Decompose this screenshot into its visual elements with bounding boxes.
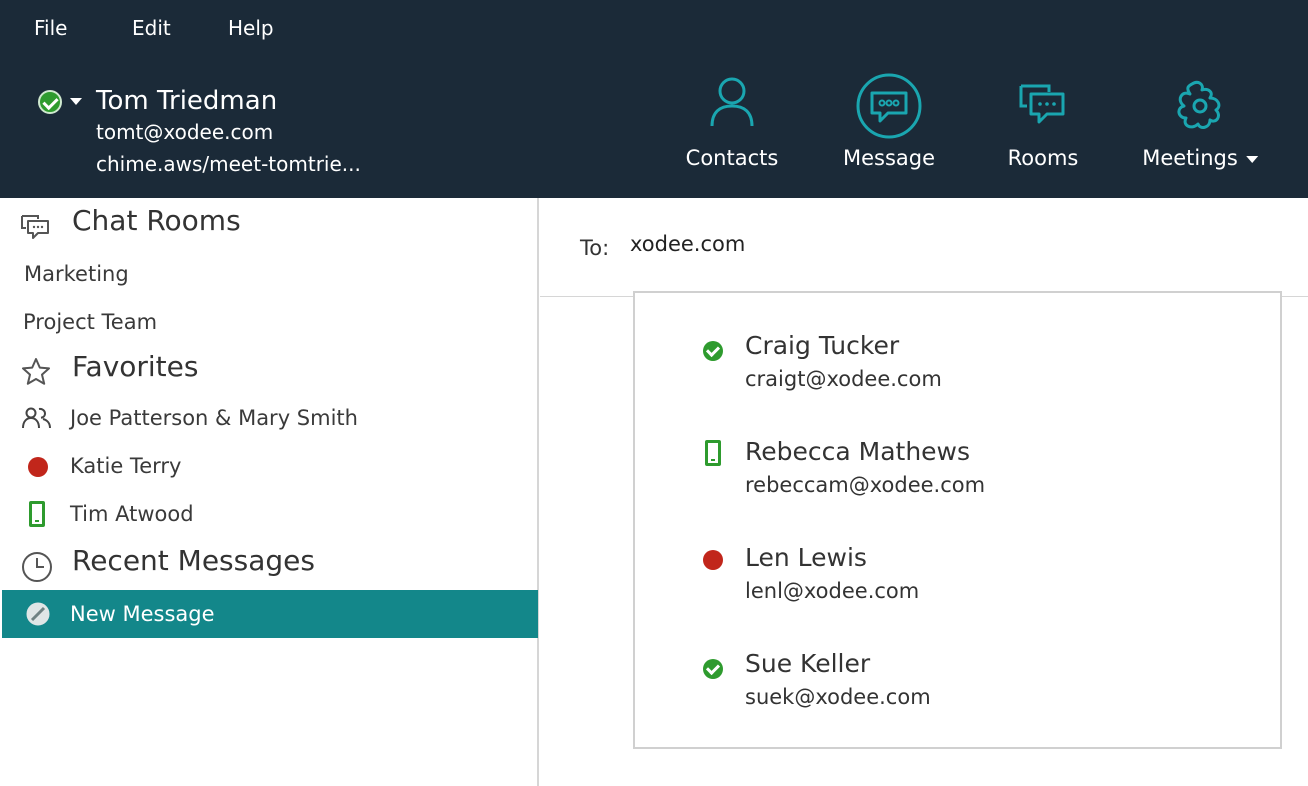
status-available-icon	[703, 659, 723, 679]
suggestion-item[interactable]: Rebecca Mathews rebeccam@xodee.com	[635, 415, 1280, 515]
sidebar-item-label: Katie Terry	[70, 454, 182, 478]
nav-contacts-label: Contacts	[685, 146, 779, 170]
menu-file[interactable]: File	[34, 16, 67, 40]
sidebar-item-joe-mary[interactable]: Joe Patterson & Mary Smith	[0, 394, 537, 442]
sidebar-item-label: Joe Patterson & Mary Smith	[70, 406, 358, 430]
meeting-link[interactable]: chime.aws/meet-tomtrie...	[96, 152, 361, 176]
sidebar-item-label: Project Team	[23, 310, 158, 334]
suggestion-name: Sue Keller	[745, 649, 871, 678]
nav-message-label: Message	[842, 146, 936, 170]
status-available-icon	[703, 341, 723, 361]
group-icon	[22, 407, 51, 429]
section-chat-rooms-title: Chat Rooms	[72, 204, 241, 237]
meetings-icon	[1177, 80, 1221, 129]
suggestion-name: Rebecca Mathews	[745, 437, 971, 466]
no-status-icon	[26, 602, 50, 626]
suggestion-item[interactable]: Sue Keller suek@xodee.com	[635, 627, 1280, 727]
message-icon	[856, 73, 922, 139]
nav-contacts[interactable]: Contacts	[682, 74, 782, 170]
suggestion-email: suek@xodee.com	[745, 685, 931, 709]
status-available-icon[interactable]	[38, 90, 62, 114]
suggestion-name: Len Lewis	[745, 543, 867, 572]
sidebar-item-new-message[interactable]: New Message	[2, 590, 538, 638]
mobile-icon	[705, 440, 721, 466]
menu-help[interactable]: Help	[228, 16, 274, 40]
sidebar-item-label: Tim Atwood	[70, 502, 194, 526]
mobile-icon	[29, 501, 45, 527]
sidebar-item-tim-atwood[interactable]: Tim Atwood	[0, 490, 537, 538]
suggestion-email: rebeccam@xodee.com	[745, 473, 986, 497]
app-header: File Edit Help Tom Triedman tomt@xodee.c…	[0, 0, 1308, 198]
suggestion-email: lenl@xodee.com	[745, 579, 920, 603]
suggestion-name: Craig Tucker	[745, 331, 900, 360]
sidebar-item-label: Marketing	[24, 262, 129, 286]
to-label: To:	[580, 236, 610, 260]
sidebar-item-project-team[interactable]: Project Team	[0, 298, 537, 346]
recipient-suggestions: Craig Tucker craigt@xodee.com Rebecca Ma…	[633, 291, 1282, 749]
section-favorites-title: Favorites	[72, 350, 199, 383]
recipient-row: To:	[540, 198, 1308, 297]
nav-meetings-label: Meetings	[1142, 146, 1258, 170]
status-dropdown-caret-icon[interactable]	[70, 98, 82, 105]
nav-meetings[interactable]: Meetings	[1135, 74, 1265, 170]
recipient-input[interactable]	[630, 228, 1150, 260]
section-recent-messages: Recent Messages	[20, 544, 420, 584]
nav-rooms-label: Rooms	[1007, 146, 1079, 170]
status-busy-icon	[703, 550, 723, 570]
nav-meetings-text: Meetings	[1142, 146, 1238, 170]
sidebar-item-marketing[interactable]: Marketing	[0, 250, 537, 298]
section-chat-rooms: Chat Rooms	[20, 204, 420, 244]
status-busy-icon	[28, 457, 48, 477]
user-name: Tom Triedman	[96, 86, 278, 116]
suggestion-item[interactable]: Len Lewis lenl@xodee.com	[635, 521, 1280, 621]
menu-edit[interactable]: Edit	[132, 16, 171, 40]
nav-rooms[interactable]: Rooms	[993, 74, 1093, 170]
chevron-down-icon	[1245, 155, 1258, 163]
suggestion-email: craigt@xodee.com	[745, 367, 942, 391]
chat-room-icon	[21, 215, 49, 239]
sidebar-item-label: New Message	[70, 602, 215, 626]
clock-icon	[22, 552, 52, 582]
sidebar-item-katie-terry[interactable]: Katie Terry	[0, 442, 537, 490]
nav-message[interactable]: Message	[839, 73, 939, 170]
chat-room-icon	[1019, 84, 1065, 124]
section-recent-messages-title: Recent Messages	[72, 544, 315, 577]
user-email: tomt@xodee.com	[96, 120, 274, 144]
sidebar: Chat Rooms Marketing Project Team Favori…	[0, 198, 539, 786]
suggestion-item[interactable]: Craig Tucker craigt@xodee.com	[635, 309, 1280, 409]
section-favorites: Favorites	[20, 350, 420, 390]
person-icon	[710, 77, 754, 127]
star-icon	[22, 358, 50, 385]
